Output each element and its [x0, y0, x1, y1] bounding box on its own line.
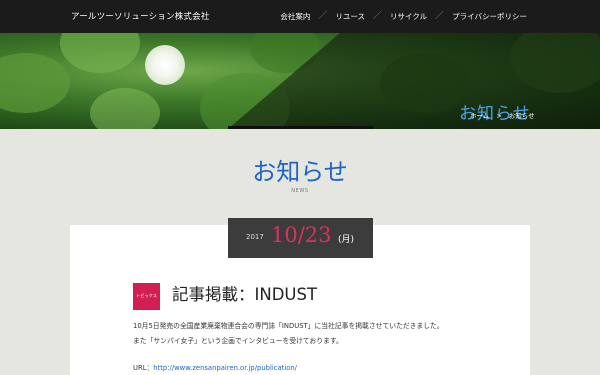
nav-item-company[interactable]: 会社案内: [280, 11, 310, 22]
post-date-box: 2017 10/23 (月): [228, 218, 373, 258]
article-url: URL：http://www.zensanpairen.or.jp/public…: [133, 362, 297, 372]
category-badge[interactable]: トピックス: [133, 283, 160, 310]
article-body-line: 10月5日発売の全国産業廃棄物連合会の専門誌「INDUST」に当社記事を掲載させ…: [133, 322, 444, 330]
nav-separator: ／: [318, 11, 328, 21]
nav-separator: ／: [435, 11, 445, 21]
nav-item-reuse[interactable]: リユース: [335, 11, 365, 22]
url-label: URL：: [133, 364, 154, 372]
post-weekday: (月): [338, 235, 355, 245]
page-subtitle: NEWS: [291, 188, 309, 194]
nav-item-recycle[interactable]: リサイクル: [390, 11, 427, 22]
nav-separator: ／: [372, 11, 382, 21]
post-year: 2017: [246, 233, 264, 241]
nav-item-privacy-policy[interactable]: プライバシーポリシー: [452, 11, 527, 22]
breadcrumb-separator: >: [496, 112, 502, 120]
breadcrumb-current: お知らせ: [508, 112, 535, 120]
breadcrumb-home-link[interactable]: ホーム: [470, 112, 489, 120]
post-date: 10/23: [271, 223, 332, 247]
global-nav: 会社案内 ／ リユース ／ リサイクル ／ プライバシーポリシー: [280, 11, 527, 22]
category-label: トピックス: [136, 293, 157, 298]
article-body-line: また「サンパイ女子」という企画でインタビューを受けております。: [133, 337, 343, 345]
site-logo[interactable]: アールツーソリューション株式会社: [71, 10, 210, 22]
site-header: アールツーソリューション株式会社 会社案内 ／ リユース ／ リサイクル ／ プ…: [0, 0, 600, 33]
article-title: 記事掲載：INDUST: [172, 285, 318, 304]
page-title: お知らせ: [252, 158, 348, 186]
breadcrumb: ホーム > お知らせ: [470, 110, 535, 120]
hero-divider: [228, 126, 373, 129]
url-link[interactable]: http://www.zensanpairen.or.jp/publicatio…: [153, 364, 297, 372]
